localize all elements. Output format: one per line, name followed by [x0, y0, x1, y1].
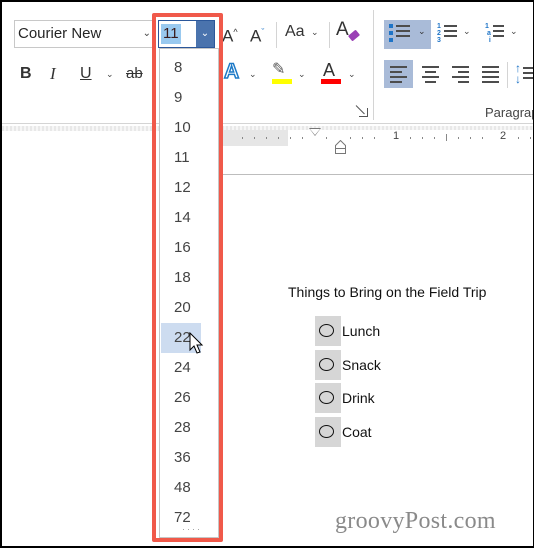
annotation-highlight-box [152, 13, 223, 542]
chevron-down-icon[interactable]: ⌄ [106, 69, 114, 80]
ruler-number: 1 [393, 130, 400, 142]
ruler-tick [518, 137, 519, 139]
align-right-icon [452, 66, 469, 86]
text-effects-icon[interactable]: A [223, 60, 240, 83]
clear-formatting-icon[interactable]: A [336, 20, 349, 40]
list-item[interactable]: Coat [315, 417, 435, 447]
ruler-tick [326, 137, 327, 139]
ribbon: Courier New ⌄ 11 ⌄ A^ Aˇ Aa ⌄ A B I U ⌄ … [2, 2, 533, 124]
chevron-down-icon[interactable]: ⌄ [143, 21, 151, 47]
ruler-tick [278, 137, 279, 139]
bullet-circle-icon [315, 417, 341, 447]
align-left-button[interactable] [384, 60, 413, 88]
underline-icon[interactable]: U [80, 64, 92, 84]
bullet-circle-icon [315, 383, 341, 413]
ruler-tick [362, 137, 363, 139]
multilevel-list-icon: 1 a i [485, 23, 491, 44]
ruler-tick [302, 137, 303, 139]
word-window: Courier New ⌄ 11 ⌄ A^ Aˇ Aa ⌄ A B I U ⌄ … [0, 0, 534, 548]
divider [276, 22, 277, 48]
align-left-icon [390, 66, 407, 86]
list-item-label: Coat [342, 424, 372, 440]
ruler-tick [470, 137, 471, 139]
multilevel-list-button[interactable]: 1 a i ⌄ [483, 22, 523, 48]
numbering-lines [444, 25, 457, 40]
strikethrough-icon[interactable]: ab [126, 64, 143, 84]
list-item-label: Snack [342, 357, 381, 373]
ruler-tick [434, 137, 435, 139]
numbering-button[interactable]: 123 ⌄ [435, 22, 475, 48]
ruler-tick [482, 137, 483, 139]
chevron-down-icon[interactable]: ⌄ [510, 26, 518, 37]
font-name-value: Courier New [18, 25, 102, 42]
justify-button[interactable] [476, 60, 505, 88]
justify-icon [482, 66, 499, 86]
font-color-icon[interactable]: A [323, 60, 335, 80]
ruler-tick [374, 137, 375, 139]
ruler-tick [254, 137, 255, 139]
ruler-tick [242, 137, 243, 139]
grow-font-label: A [222, 26, 234, 46]
page-top-edge [222, 174, 533, 175]
list-item[interactable]: Snack [315, 350, 435, 380]
list-item[interactable]: Drink [315, 383, 435, 413]
ruler-number: 2 [500, 130, 507, 142]
line-spacing-button[interactable]: ↑ ↓ [513, 60, 533, 88]
list-item[interactable]: Lunch [315, 316, 435, 346]
shrink-font-icon[interactable]: Aˇ [250, 22, 264, 47]
ruler-tick [530, 137, 531, 139]
chevron-down-icon[interactable]: ⌄ [418, 26, 426, 37]
chevron-down-icon[interactable]: ⌄ [463, 26, 471, 37]
ruler-tick [422, 137, 423, 139]
group-divider [373, 10, 374, 120]
highlight-color-swatch [272, 79, 292, 84]
font-name-combo[interactable]: Courier New ⌄ [14, 20, 156, 48]
mouse-cursor-icon [189, 332, 204, 354]
bullets-button[interactable]: ⌄ [384, 20, 431, 49]
highlighter-icon[interactable]: ✎ [272, 60, 285, 80]
chevron-down-icon[interactable]: ⌄ [311, 27, 319, 38]
list-item-label: Lunch [342, 323, 381, 339]
align-center-icon [422, 66, 439, 86]
bullet-circle-icon [315, 350, 341, 380]
divider [329, 22, 330, 48]
change-case-icon[interactable]: Aa [285, 22, 305, 42]
ruler-tick [446, 134, 447, 141]
line-spacing-lines [523, 67, 533, 82]
ruler-tick [350, 137, 351, 139]
hanging-indent-marker[interactable] [335, 140, 346, 154]
align-center-button[interactable] [416, 60, 445, 88]
paragraph-group-label: Paragraph [485, 105, 533, 120]
ruler-tick [410, 137, 411, 139]
bullets-lines [396, 25, 410, 40]
multilevel-lines [493, 25, 504, 40]
bullets-icon [389, 24, 393, 45]
grow-font-icon[interactable]: A^ [222, 22, 238, 47]
bullet-circle-icon [315, 316, 341, 346]
numbering-icon: 123 [437, 23, 441, 44]
bold-icon[interactable]: B [20, 64, 32, 84]
chevron-down-icon[interactable]: ⌄ [348, 69, 356, 80]
chevron-down-icon[interactable]: ⌄ [249, 69, 257, 80]
ruler-tick [458, 137, 459, 139]
list-item-label: Drink [342, 390, 375, 406]
italic-icon[interactable]: I [50, 64, 56, 84]
chevron-down-icon[interactable]: ⌄ [298, 69, 306, 80]
font-color-swatch [321, 79, 341, 84]
align-right-button[interactable] [446, 60, 475, 88]
ruler-tick [290, 137, 291, 139]
horizontal-ruler[interactable]: 1 2 [222, 128, 533, 154]
document-heading[interactable]: Things to Bring on the Field Trip [288, 284, 486, 300]
divider [507, 62, 508, 88]
line-spacing-icon: ↑ ↓ [515, 61, 521, 86]
eraser-icon [347, 29, 361, 42]
font-dialog-launcher-icon[interactable] [359, 108, 368, 117]
watermark: groovyPost.com [335, 508, 496, 534]
ruler-tick [266, 137, 267, 139]
shrink-font-label: A [250, 26, 262, 46]
first-line-indent-marker[interactable] [309, 128, 321, 136]
